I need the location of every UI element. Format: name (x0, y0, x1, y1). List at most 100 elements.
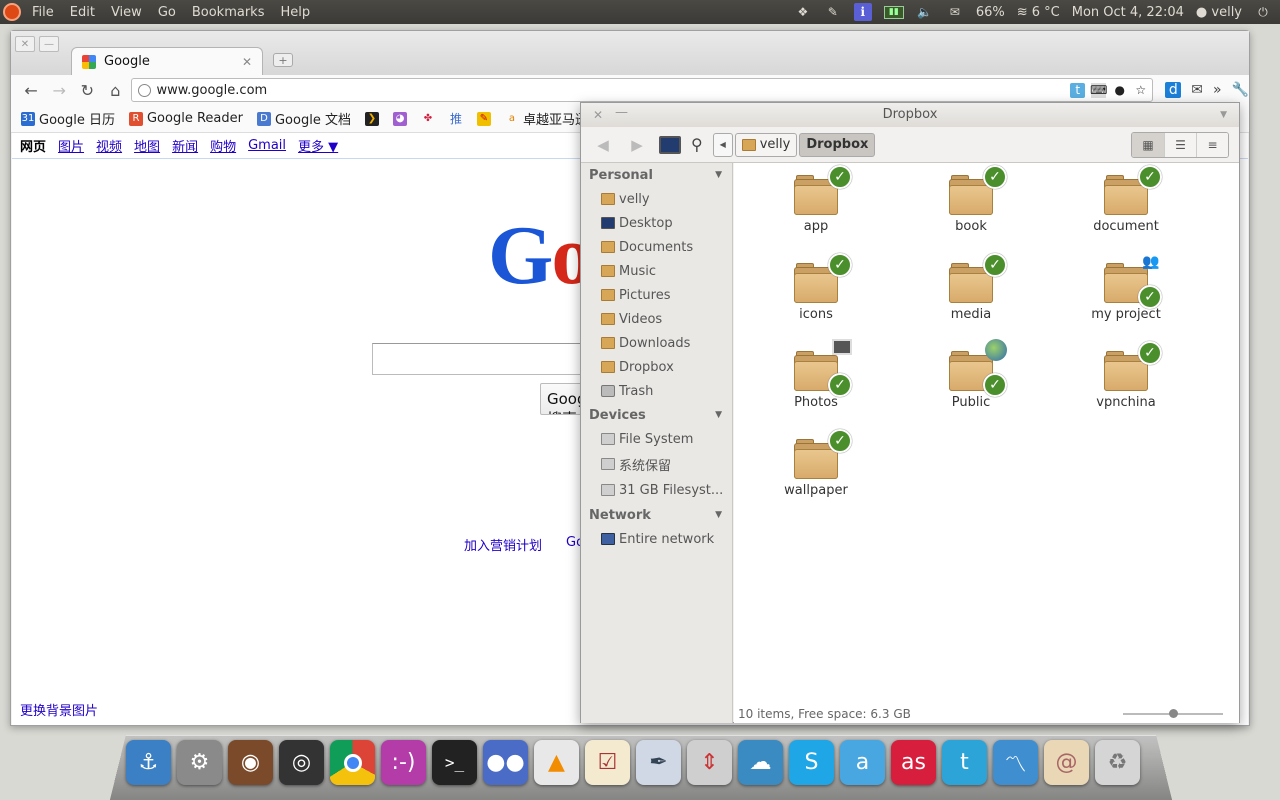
info-tray-icon[interactable]: i (853, 3, 872, 21)
sidebar-item-entire-network[interactable]: Entire network (581, 527, 732, 551)
file-item-photos[interactable]: ✓ Photos (756, 339, 876, 410)
gbar-web[interactable]: 网页 (20, 136, 46, 155)
wrench-icon[interactable]: 🔧 (1232, 82, 1249, 98)
sidebar-header-devices[interactable]: Devices ▼ (581, 403, 732, 427)
back-button[interactable]: ← (19, 78, 43, 102)
shell-dock-icon[interactable]: @ (1044, 740, 1089, 785)
crumb-scroll-left[interactable]: ◀ (712, 132, 733, 157)
forward-button[interactable]: → (47, 78, 71, 102)
vlc-dock-icon[interactable]: ▲ (534, 740, 579, 785)
sidebar-header-network[interactable]: Network ▼ (581, 503, 732, 527)
crumb-dropbox[interactable]: Dropbox (799, 132, 876, 157)
menu-view[interactable]: View (103, 5, 150, 20)
sidebar-item-desktop[interactable]: Desktop (581, 211, 732, 235)
zoom-slider-handle[interactable] (1169, 709, 1178, 718)
chat-dock-icon[interactable]: :-) (381, 740, 426, 785)
file-item-app[interactable]: ✓ app (756, 165, 876, 234)
list-view-button[interactable]: ☰ (1164, 132, 1196, 157)
system-monitor-dock-icon[interactable]: 〽 (993, 740, 1038, 785)
bookmark-chart[interactable]: ✎ (476, 111, 491, 126)
zoom-slider[interactable] (1123, 709, 1223, 718)
twitter-dock-icon[interactable]: t (942, 740, 987, 785)
address-bar[interactable]: www.google.com t ⌨ ● ☆ (131, 78, 1154, 102)
menu-bookmarks[interactable]: Bookmarks (184, 5, 273, 20)
sidebar-item-music[interactable]: Music (581, 259, 732, 283)
chevron-more-icon[interactable]: » (1213, 82, 1222, 98)
file-item-icons[interactable]: ✓ icons (756, 253, 876, 322)
chrome-dock-icon[interactable] (330, 740, 375, 785)
home-button[interactable]: ⌂ (103, 78, 127, 102)
file-item-media[interactable]: ✓ media (911, 253, 1031, 322)
sidebar-item-dropbox[interactable]: Dropbox (581, 355, 732, 379)
trash-dock-icon[interactable]: ♻ (1095, 740, 1140, 785)
terminal-dock-icon[interactable]: >_ (432, 740, 477, 785)
menu-file[interactable]: File (24, 5, 62, 20)
advertising-link[interactable]: 加入营销计划 (464, 535, 542, 554)
file-item-my-project[interactable]: 👥 ✓ my project (1066, 254, 1186, 322)
twitter-ext-icon[interactable]: t (1070, 82, 1086, 98)
gbar-maps[interactable]: 地图 (134, 136, 160, 155)
gbar-images[interactable]: 图片 (58, 136, 84, 155)
gbar-more[interactable]: 更多 ▼ (298, 136, 338, 155)
menu-help[interactable]: Help (272, 5, 318, 20)
sidebar-item-velly[interactable]: velly (581, 187, 732, 211)
fm-forward-button[interactable]: ▶ (625, 133, 649, 157)
tab-close-icon[interactable]: ✕ (242, 55, 252, 69)
mail-tray-icon[interactable]: ✉ (946, 4, 964, 20)
lightbulb-ext-icon[interactable]: ● (1112, 83, 1127, 98)
crumb-velly[interactable]: velly (734, 132, 798, 157)
tasks-dock-icon[interactable]: ☑ (585, 740, 630, 785)
gbar-video[interactable]: 视频 (96, 136, 122, 155)
icon-view-button[interactable]: ▦ (1132, 132, 1164, 157)
computer-icon[interactable] (659, 135, 681, 154)
dropbox-tray-icon[interactable]: ❖ (794, 4, 812, 20)
sidebar-item-downloads[interactable]: Downloads (581, 331, 732, 355)
user-menu[interactable]: ● velly (1196, 5, 1242, 20)
pidgin-dock-icon[interactable]: ●● (483, 740, 528, 785)
compact-view-button[interactable]: ≡ (1196, 132, 1228, 157)
anchor-dock-icon[interactable]: ⚓ (126, 740, 171, 785)
dict-ext-icon[interactable]: d (1165, 82, 1182, 98)
clock[interactable]: Mon Oct 4, 22:04 (1072, 5, 1184, 20)
star-icon[interactable]: ☆ (1133, 83, 1148, 98)
pen-tray-icon[interactable]: ✎ (824, 4, 842, 20)
gbar-gmail[interactable]: Gmail (248, 138, 286, 153)
gbar-news[interactable]: 新闻 (172, 136, 198, 155)
bookmark-google-docs[interactable]: D Google 文档 (256, 109, 351, 128)
battery-percent[interactable]: 66% (976, 5, 1005, 20)
sidebar-item-31gb[interactable]: 31 GB Filesyst... (581, 477, 732, 503)
sidebar-item-documents[interactable]: Documents (581, 235, 732, 259)
change-background-link[interactable]: 更换背景图片 (20, 700, 98, 719)
fm-minimize-icon[interactable]: — (615, 101, 628, 125)
sidebar-item-reserved[interactable]: 系统保留 (581, 451, 732, 477)
sidebar-header-personal[interactable]: Personal ▼ (581, 163, 732, 187)
battery-tray-icon[interactable]: ▮▮ (883, 5, 904, 19)
translate-ext-icon[interactable]: ⌨ (1090, 82, 1107, 98)
bookmark-tui[interactable]: 推 (449, 112, 463, 126)
bookmark-plex[interactable]: ❯ (364, 111, 379, 126)
mail-ext-icon[interactable]: ✉ (1191, 82, 1203, 98)
menu-go[interactable]: Go (150, 5, 184, 20)
bookmark-amazon[interactable]: a 卓越亚马逊 (505, 109, 588, 128)
ubuntu-logo-icon[interactable] (0, 0, 24, 24)
lastfm-dock-icon[interactable]: as (891, 740, 936, 785)
bookmark-molecule[interactable]: ✤ (421, 112, 435, 126)
file-item-book[interactable]: ✓ book (911, 165, 1031, 234)
file-item-document[interactable]: ✓ document (1066, 165, 1186, 234)
file-item-public[interactable]: ✓ Public (911, 339, 1031, 410)
fm-window-menu-icon[interactable]: ▼ (1220, 103, 1227, 127)
chat-bubble-dock-icon[interactable]: ☁ (738, 740, 783, 785)
speaker-dock-icon[interactable]: ◉ (228, 740, 273, 785)
sidebar-item-videos[interactable]: Videos (581, 307, 732, 331)
menu-edit[interactable]: Edit (62, 5, 103, 20)
bookmark-google-calendar[interactable]: 31 Google 日历 (21, 109, 115, 128)
tab-google[interactable]: Google ✕ (71, 47, 263, 75)
skype-dock-icon[interactable]: S (789, 740, 834, 785)
reload-button[interactable]: ↻ (75, 78, 99, 102)
fm-back-button[interactable]: ◀ (591, 133, 615, 157)
transmission-dock-icon[interactable]: ⇕ (687, 740, 732, 785)
power-icon[interactable]: ⏻ (1254, 4, 1272, 20)
sidebar-item-trash[interactable]: Trash (581, 379, 732, 403)
sidebar-item-filesystem[interactable]: File System (581, 427, 732, 451)
file-item-wallpaper[interactable]: ✓ wallpaper (756, 429, 876, 498)
